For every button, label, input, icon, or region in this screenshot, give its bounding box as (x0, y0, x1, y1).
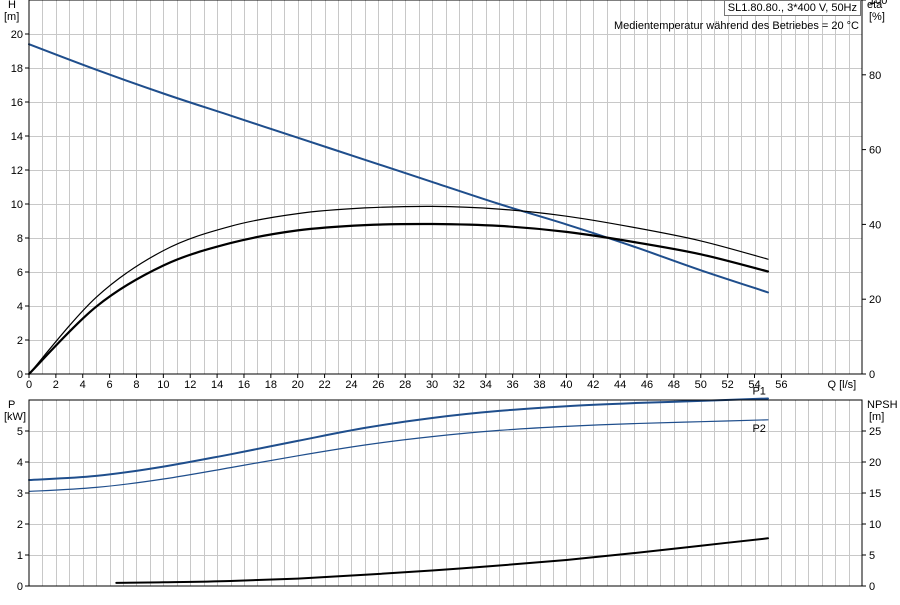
x-tick-label: 6 (107, 379, 113, 391)
x-tick-label: 26 (372, 379, 384, 391)
y-right-tick-label: 25 (869, 426, 881, 438)
x-tick-label: 52 (722, 379, 734, 391)
x-tick-label: 4 (80, 379, 86, 391)
x-tick-label: 16 (238, 379, 250, 391)
x-tick-label: 10 (157, 379, 169, 391)
y-left-tick-label: 2 (17, 519, 23, 531)
y-left-tick-label: 4 (17, 301, 23, 313)
y-left-tick-label: 2 (17, 335, 23, 347)
y-left-axis-unit: [m] (4, 11, 19, 23)
x-tick-label: 24 (345, 379, 357, 391)
series-label-P1: P1 (752, 385, 765, 397)
x-tick-label: 2 (53, 379, 59, 391)
y-right-tick-label: 10 (869, 519, 881, 531)
chart-title: SL1.80.80., 3*400 V, 50Hz (723, 0, 861, 16)
y-left-axis-label: P (8, 399, 15, 411)
series-label-P2: P2 (752, 423, 765, 435)
y-right-tick-label: 60 (869, 145, 881, 157)
y-left-tick-label: 3 (17, 488, 23, 500)
y-right-tick-label: 15 (869, 488, 881, 500)
y-right-tick-label: 0 (869, 369, 875, 381)
x-tick-label: 50 (695, 379, 707, 391)
x-tick-label: 14 (211, 379, 223, 391)
x-tick-label: 22 (318, 379, 330, 391)
x-tick-label: 42 (587, 379, 599, 391)
y-right-tick-label: 20 (869, 457, 881, 469)
y-left-tick-label: 14 (11, 131, 23, 143)
x-tick-label: 38 (533, 379, 545, 391)
y-right-tick-label: 5 (869, 550, 875, 562)
y-left-tick-label: 1 (17, 550, 23, 562)
y-left-tick-label: 8 (17, 233, 23, 245)
y-left-axis-label: H (8, 0, 16, 11)
y-right-tick-label: 80 (869, 70, 881, 82)
x-tick-label: 32 (453, 379, 465, 391)
y-left-tick-label: 0 (17, 581, 23, 593)
x-tick-label: 28 (399, 379, 411, 391)
y-left-tick-label: 10 (11, 199, 23, 211)
y-left-tick-label: 18 (11, 63, 23, 75)
x-tick-label: 8 (133, 379, 139, 391)
chart-svg: 02468101214161820020406080100H[m]eta[%]0… (4, 0, 898, 593)
y-right-axis-label: NPSH (867, 399, 898, 411)
y-right-tick-label: 40 (869, 219, 881, 231)
y-left-tick-label: 5 (17, 426, 23, 438)
x-tick-label: 36 (507, 379, 519, 391)
x-tick-label: 0 (26, 379, 32, 391)
x-tick-label: 30 (426, 379, 438, 391)
x-tick-label: 56 (775, 379, 787, 391)
x-tick-label: 12 (184, 379, 196, 391)
y-right-tick-label: 20 (869, 294, 881, 306)
x-tick-label: 44 (614, 379, 626, 391)
x-tick-label: 18 (265, 379, 277, 391)
x-tick-label: 48 (668, 379, 680, 391)
y-right-tick-label: 0 (869, 581, 875, 593)
y-right-axis-unit: [%] (869, 11, 885, 23)
chart-subtitle: Medientemperatur während des Betriebes =… (613, 20, 859, 32)
x-tick-label: 20 (292, 379, 304, 391)
y-left-axis-unit: [kW] (4, 411, 26, 423)
y-left-tick-label: 20 (11, 29, 23, 41)
pump-curve-chart: 0 2 4 6 8 10 12 14 16 18 20 0 20 40 60 80 100 H [m] eta [%] 0… (0, 0, 900, 600)
y-right-axis-unit: [m] (869, 411, 884, 423)
x-axis-label: Q [l/s] (827, 379, 856, 391)
y-left-tick-label: 16 (11, 97, 23, 109)
y-left-tick-label: 0 (17, 369, 23, 381)
x-tick-label: 46 (641, 379, 653, 391)
y-left-tick-label: 6 (17, 267, 23, 279)
y-right-axis-label: eta (867, 0, 883, 11)
y-left-tick-label: 12 (11, 165, 23, 177)
x-tick-label: 40 (560, 379, 572, 391)
y-left-tick-label: 4 (17, 457, 23, 469)
x-tick-label: 34 (480, 379, 492, 391)
